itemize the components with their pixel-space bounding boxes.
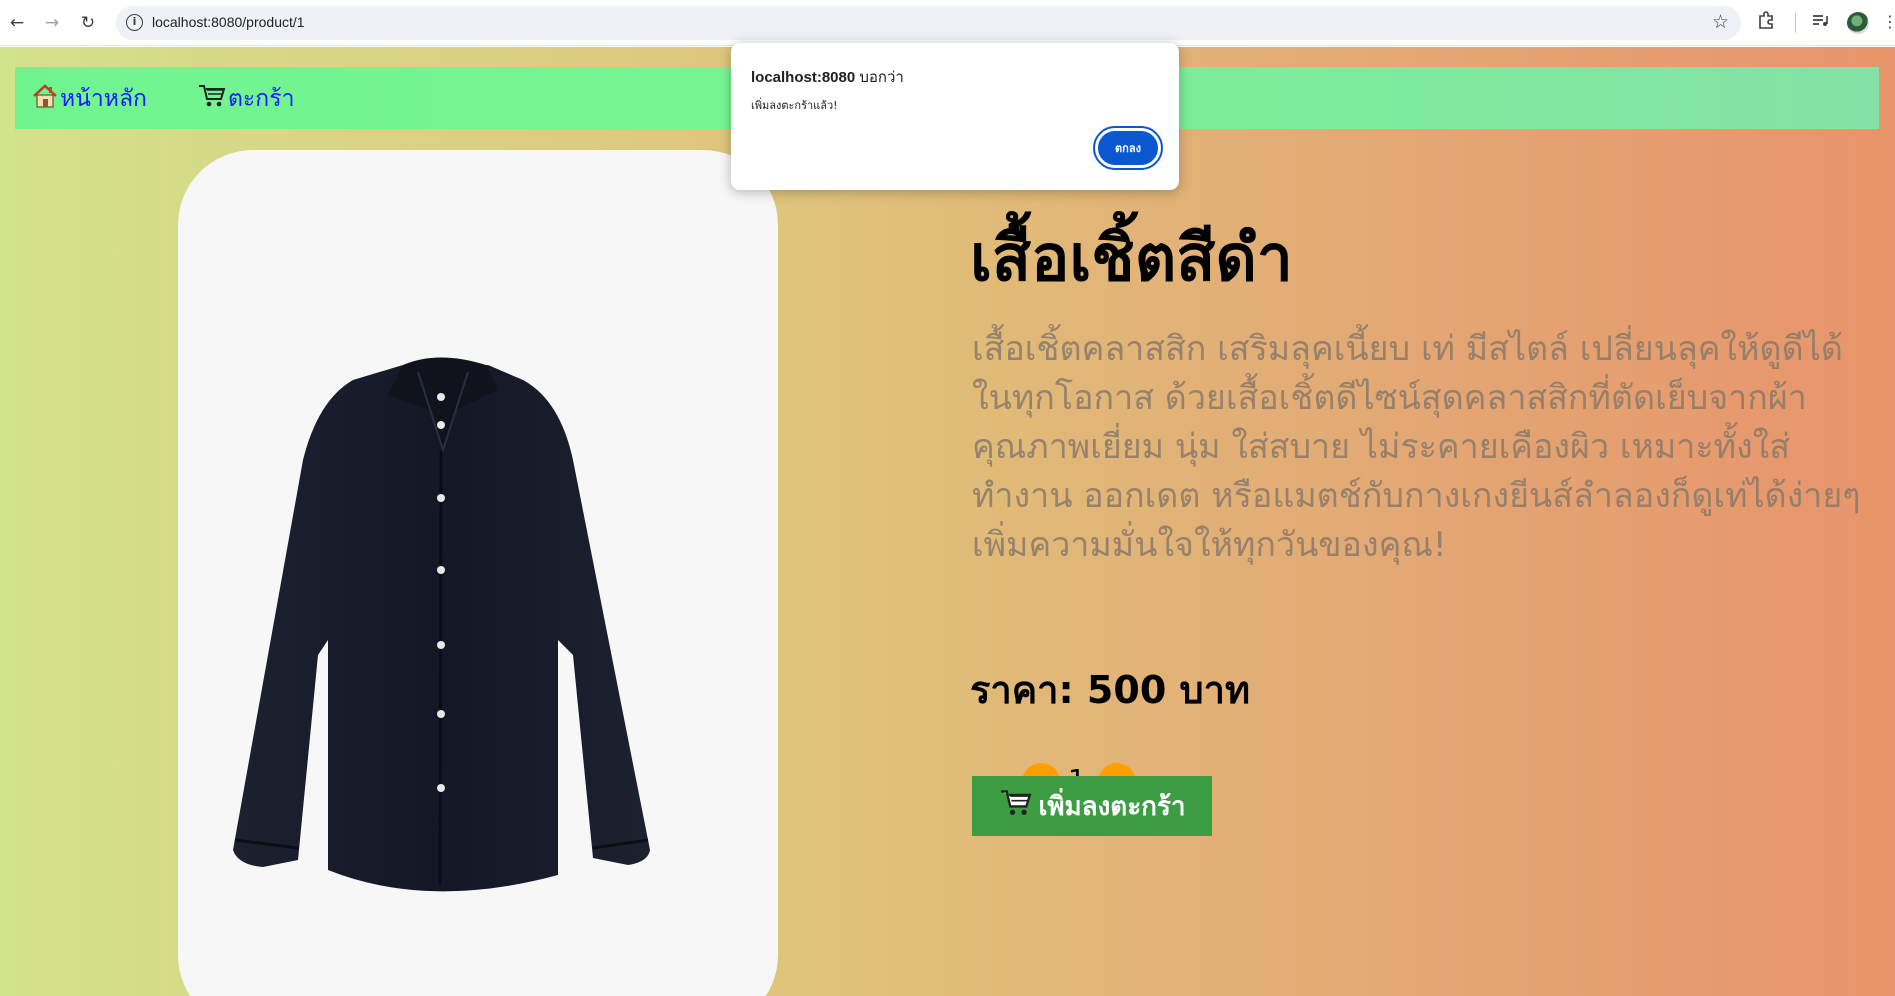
black-shirt-image [233, 357, 650, 892]
dialog-says: บอกว่า [859, 69, 904, 86]
house-icon [32, 83, 58, 115]
browser-toolbar: ← → ↻ i localhost:8080/product/1 ☆ ⋮ [0, 0, 1895, 46]
reload-icon[interactable]: ↻ [76, 11, 100, 35]
product-description: เสื้อเชิ้ตคลาสสิก เสริมลุคเนี้ยบ เท่ มีส… [972, 329, 1861, 565]
add-to-cart-button[interactable]: เพิ่มลงตะกร้า [972, 776, 1212, 836]
product-title: เสื้อเชิ้ตสีดำ [970, 222, 1293, 296]
nav-cart-link[interactable]: ตะกร้า [198, 81, 294, 117]
shopping-cart-icon [198, 83, 226, 115]
product-price: ราคา: 500 บาท [970, 668, 1250, 712]
nav-cart-label: ตะกร้า [228, 86, 295, 112]
more-menu-icon[interactable]: ⋮ [1882, 12, 1895, 31]
url-text[interactable]: localhost:8080/product/1 [152, 14, 305, 30]
forward-arrow-icon[interactable]: → [40, 11, 64, 35]
bookmark-star-icon[interactable]: ☆ [1712, 11, 1729, 33]
add-to-cart-label: เพิ่มลงตะกร้า [1038, 791, 1186, 822]
address-bar[interactable]: i localhost:8080/product/1 ☆ [116, 6, 1741, 40]
dialog-message: เพิ่มลงตะกร้าแล้ว! [751, 99, 838, 112]
nav-home-label: หน้าหลัก [60, 86, 147, 112]
product-image-card [178, 150, 778, 996]
dialog-title: localhost:8080 บอกว่า [751, 65, 904, 89]
dialog-origin: localhost:8080 [751, 69, 856, 86]
nav-home-link[interactable]: หน้าหลัก [32, 81, 147, 117]
media-controls-icon[interactable] [1808, 11, 1832, 35]
dialog-ok-button[interactable]: ตกลง [1093, 126, 1163, 170]
extensions-icon[interactable] [1754, 11, 1778, 35]
toolbar-divider [1795, 13, 1796, 33]
shopping-cart-icon [999, 788, 1033, 825]
back-arrow-icon[interactable]: ← [5, 11, 29, 35]
alert-dialog: localhost:8080 บอกว่า เพิ่มลงตะกร้าแล้ว!… [731, 43, 1179, 190]
profile-avatar[interactable] [1847, 12, 1869, 34]
site-info-icon[interactable]: i [126, 14, 143, 31]
